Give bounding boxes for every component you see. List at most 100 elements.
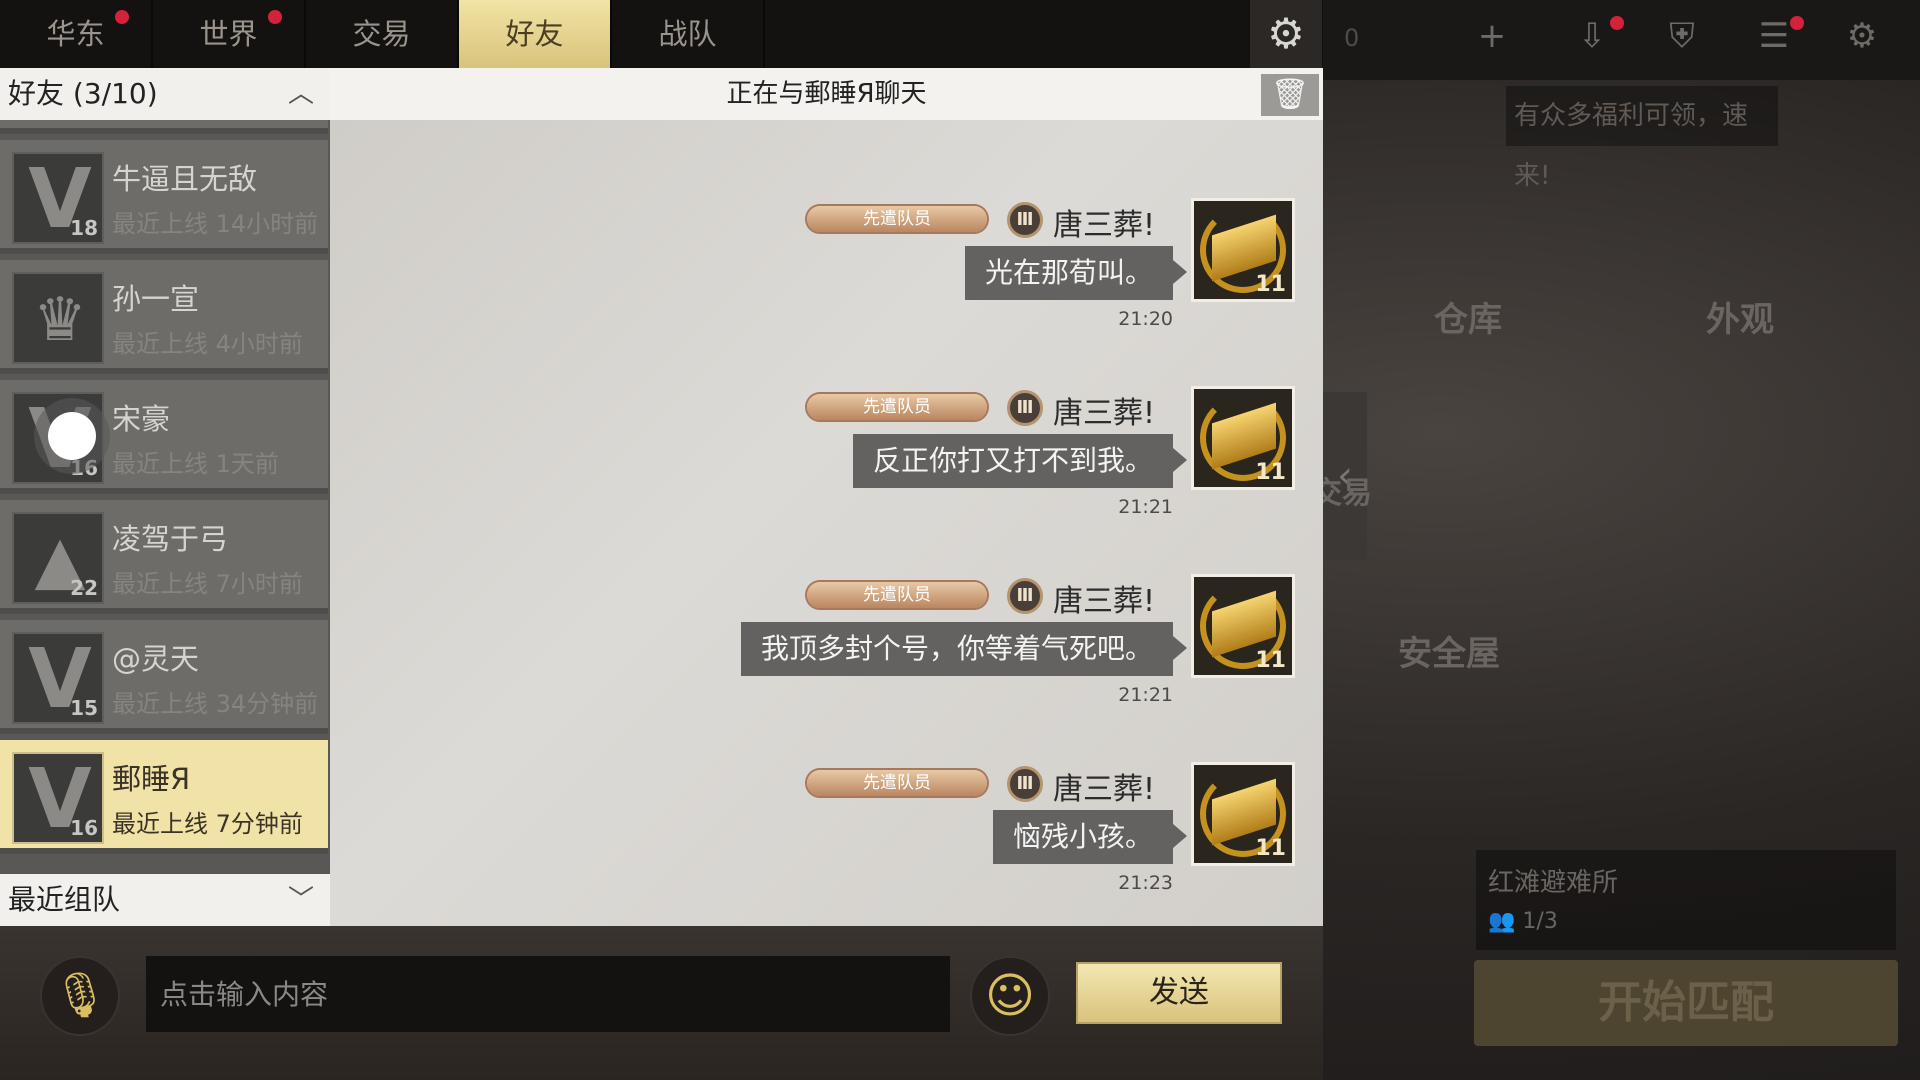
sender-avatar[interactable]: 11 [1191,762,1295,866]
friend-list-item[interactable] [0,120,328,134]
tier-icon: Ⅲ [1007,578,1043,614]
message-bubble[interactable]: 光在那荀叫。 [964,246,1188,300]
friend-avatar: V16 [12,752,104,844]
friend-last-seen: 最近上线 34分钟前 [112,690,319,718]
recent-team-section-header[interactable]: 最近组队 ﹀ [0,874,330,926]
tab-friends[interactable]: 好友 [459,0,612,68]
microphone-icon[interactable]: 🎙 [40,956,120,1036]
message-bubble[interactable]: 我顶多封个号，你等着气死吧。 [740,622,1188,676]
recent-team-label: 最近组队 [8,883,121,916]
promo-banner[interactable]: 有众多福利可领，速来! [1506,86,1778,191]
friend-last-seen: 最近上线 7分钟前 [112,810,303,838]
tab-label: 好友 [505,17,564,51]
trash-icon[interactable]: 🗑 [1261,74,1319,116]
tab-region[interactable]: 华东 [0,0,153,68]
emoji-icon[interactable]: ☺ [970,956,1050,1036]
chevron-up-icon[interactable]: ︿ [288,68,314,120]
friend-list-item[interactable]: ♛ 孙一宣 最近上线 4小时前 [0,260,328,374]
friend-name: 宋豪 [112,402,171,436]
avatar-level: 11 [1255,272,1286,297]
tab-label: 交易 [352,17,411,51]
friend-list-item[interactable]: V 18 牛逼且无敌 最近上线 14小时前 [0,140,328,254]
friend-name: @灵天 [112,642,200,676]
shield-icon[interactable]: ⛨ [1660,14,1704,58]
friend-last-seen: 最近上线 7小时前 [112,570,303,598]
sender-name[interactable]: 唐三葬! [1053,200,1155,244]
friend-list-item[interactable]: ▲ 22 凌驾于弓 最近上线 7小时前 [0,500,328,614]
sender-name[interactable]: 唐三葬! [1053,576,1155,620]
friend-last-seen: 最近上线 14小时前 [112,210,319,238]
message-time: 21:21 [1118,684,1173,706]
avatar-level: 11 [1255,460,1286,485]
shelter-player-count: 1/3 [1522,909,1558,934]
tier-icon: Ⅲ [1007,766,1043,802]
warehouse-button[interactable]: 仓库 [1434,292,1502,341]
sender-avatar[interactable]: 11 [1191,386,1295,490]
friend-name: 牛逼且无敌 [112,162,258,196]
friends-section-header[interactable]: 好友 (3/10) ︿ [0,68,330,120]
touch-indicator [48,412,96,460]
players-icon: 👥 [1488,909,1516,934]
friend-avatar: V 15 [12,632,104,724]
friend-list-item[interactable]: V 15 @灵天 最近上线 34分钟前 [0,620,328,734]
appearance-button[interactable]: 外观 [1706,292,1774,341]
lobby-top-bar [1320,0,1920,80]
rank-badge: 先遣队员 [807,206,987,232]
sender-name[interactable]: 唐三葬! [1053,388,1155,432]
download-icon[interactable]: ⇩ [1570,14,1614,58]
sender-avatar[interactable]: 11 [1191,198,1295,302]
friend-level: 16 [70,816,98,840]
shelter-name: 红滩避难所 [1488,868,1619,898]
currency-count: 0 [1344,24,1360,52]
chat-message: 先遣队员 Ⅲ 唐三葬! 反正你打又打不到我。 21:21 11 [330,378,1323,568]
chat-settings-gear-icon[interactable]: ⚙ [1250,0,1322,68]
notification-dot [1610,16,1624,30]
tab-label: 战队 [658,17,717,51]
notification-dot [268,10,282,24]
add-icon[interactable]: + [1470,14,1514,58]
chevron-down-icon[interactable]: ﹀ [288,874,314,926]
message-bubble[interactable]: 反正你打又打不到我。 [852,434,1188,488]
chat-input-bar: 🎙 ☺ 发送 [0,926,1323,1080]
rank-badge: 先遣队员 [807,394,987,420]
message-time: 21:20 [1118,308,1173,330]
tab-label: 世界 [199,17,258,51]
safehouse-button[interactable]: 安全屋 [1398,626,1500,675]
friend-list[interactable]: V18 牛逼且无敌 最近上线 14小时前 ♛ 孙一宣 最近上线 4小时前 V16… [0,120,330,932]
notification-dot [115,10,129,24]
friend-list-item-selected[interactable]: V 16 郵睡Я 最近上线 7分钟前 [0,740,328,854]
tab-trade[interactable]: 交易 [306,0,459,68]
tier-icon: Ⅲ [1007,390,1043,426]
message-input[interactable] [146,956,950,1032]
message-time: 21:21 [1118,496,1173,518]
avatar-level: 11 [1255,836,1286,861]
start-match-button[interactable]: 开始匹配 [1474,960,1898,1046]
tab-team[interactable]: 战队 [612,0,765,68]
notification-dot [1790,16,1804,30]
tab-label: 华东 [46,17,105,51]
friend-name: 孙一宣 [112,282,200,316]
message-bubble[interactable]: 恼残小孩。 [992,810,1188,864]
friends-header-label: 好友 (3/10) [8,77,158,110]
friend-avatar: ▲ 22 [12,512,104,604]
message-time: 21:23 [1118,872,1173,894]
chat-panel: 正在与郵睡Я聊天 🗑 先遣队员 Ⅲ 唐三葬! 光在那荀叫。 21:20 11 先… [330,68,1323,926]
send-button[interactable]: 发送 [1076,962,1282,1024]
friends-sidebar: 好友 (3/10) ︿ V 18 牛逼且无敌 最近上线 14小时前 ♛ 孙一宣 最… [0,68,330,926]
chat-title: 正在与郵睡Я聊天 [726,79,927,109]
sender-name[interactable]: 唐三葬! [1053,764,1155,808]
rank-emblem-icon: ♛ [33,285,87,355]
friend-name: 凌驾于弓 [112,522,229,556]
tier-icon: Ⅲ [1007,202,1043,238]
chat-message: 先遣队员 Ⅲ 唐三葬! 恼残小孩。 21:23 11 [330,754,1323,944]
shelter-panel[interactable]: 红滩避难所 👥 1/3 [1476,850,1896,950]
settings-gear-icon[interactable]: ⚙ [1840,14,1884,58]
chat-header: 正在与郵睡Я聊天 🗑 [330,68,1323,120]
tab-world[interactable]: 世界 [153,0,306,68]
friend-level: 18 [70,216,98,240]
sender-avatar[interactable]: 11 [1191,574,1295,678]
chat-message: 先遣队员 Ⅲ 唐三葬! 我顶多封个号，你等着气死吧。 21:21 11 [330,566,1323,756]
rank-badge: 先遣队员 [807,582,987,608]
friend-last-seen: 最近上线 1天前 [112,450,279,478]
friend-name: 郵睡Я [112,762,191,796]
